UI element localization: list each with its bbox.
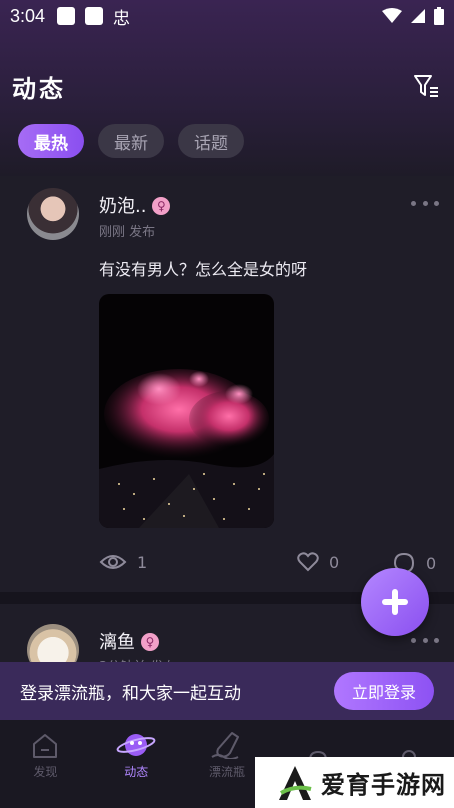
watermark-text: 爱育手游网 — [321, 771, 446, 799]
status-bar: 3:04 忠 — [0, 0, 454, 32]
login-banner: 登录漂流瓶，和大家一起互动 立即登录 — [0, 662, 454, 720]
notification-glyph: 忠 — [113, 8, 131, 29]
create-post-button[interactable] — [361, 568, 429, 636]
tab-latest[interactable]: 最新 — [98, 124, 164, 158]
nav-label: 动态 — [124, 765, 149, 779]
post-card[interactable]: 奶泡.. ♀ 刚刚 发布 有没有男人？怎么全是女的呀 1 0 0 — [0, 176, 454, 592]
like-button[interactable]: 0 — [297, 552, 339, 572]
female-icon: ♀ — [152, 197, 171, 215]
plus-icon — [382, 589, 408, 615]
tab-topics[interactable]: 话题 — [178, 124, 244, 158]
fireworks-image — [99, 294, 274, 528]
more-options-icon[interactable] — [411, 634, 439, 646]
views-stat: 1 — [99, 552, 147, 572]
username-text: 漓鱼 — [99, 632, 135, 653]
female-icon: ♀ — [141, 633, 159, 651]
watermark: 爱育手游网 — [255, 757, 454, 808]
login-button[interactable]: 立即登录 — [333, 672, 434, 710]
likes-count: 0 — [329, 552, 340, 572]
post-text: 有没有男人？怎么全是女的呀 — [99, 260, 308, 279]
nav-label: 发现 — [33, 765, 58, 779]
page-title: 动态 — [12, 74, 66, 103]
post-image[interactable] — [99, 294, 274, 528]
tab-hottest[interactable]: 最热 — [18, 124, 84, 158]
post-time: 刚刚 发布 — [99, 225, 156, 240]
views-count: 1 — [137, 552, 148, 572]
notification-icon — [85, 7, 104, 25]
more-options-icon[interactable] — [411, 197, 439, 209]
login-prompt: 登录漂流瓶，和大家一起互动 — [20, 683, 241, 704]
nav-discover[interactable]: 发现 — [0, 720, 91, 784]
eye-icon — [99, 555, 127, 569]
post-username[interactable]: 奶泡.. ♀ — [99, 192, 171, 218]
heart-icon — [297, 552, 319, 572]
battery-icon — [434, 7, 444, 25]
bottle-icon — [211, 732, 239, 759]
signal-icon — [411, 9, 425, 23]
filter-icon — [414, 75, 438, 97]
wifi-icon — [382, 8, 402, 23]
page-header: 动态 — [12, 66, 442, 106]
planet-icon — [116, 734, 156, 756]
feed-tabs: 最热 最新 话题 — [18, 124, 244, 158]
status-time: 3:04 — [10, 5, 46, 26]
home-icon — [33, 734, 58, 758]
avatar[interactable] — [27, 188, 79, 240]
post-username[interactable]: 漓鱼 ♀ — [99, 628, 159, 654]
nav-label: 漂流瓶 — [208, 765, 245, 779]
comments-count: 0 — [426, 553, 437, 573]
notification-icon — [57, 7, 76, 25]
filter-button[interactable] — [410, 70, 442, 102]
username-text: 奶泡.. — [99, 196, 147, 217]
watermark-logo-icon — [279, 765, 312, 800]
nav-moments[interactable]: 动态 — [91, 720, 182, 784]
